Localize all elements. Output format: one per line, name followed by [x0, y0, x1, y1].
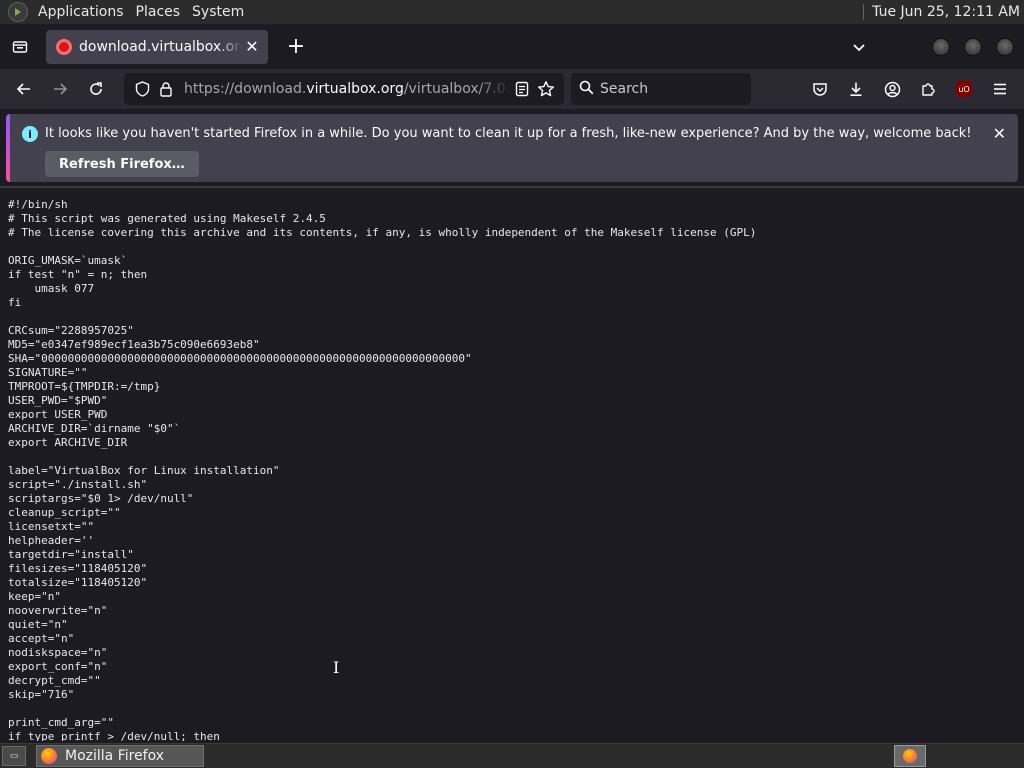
- app-menu-button[interactable]: [982, 73, 1018, 105]
- system-logo-icon[interactable]: [8, 2, 28, 22]
- minimize-button[interactable]: [932, 37, 950, 56]
- account-button[interactable]: [874, 73, 910, 105]
- ublock-button[interactable]: uO: [946, 73, 982, 105]
- account-icon: [884, 81, 900, 97]
- oracle-favicon-icon: [56, 38, 72, 55]
- hamburger-menu-icon: [994, 83, 1006, 95]
- search-placeholder: Search: [600, 81, 649, 97]
- url-domain: virtualbox.org: [306, 81, 404, 97]
- reload-icon: [90, 82, 102, 95]
- info-icon: i: [22, 126, 38, 142]
- navigation-bar: https://download.virtualbox.org/virtualb…: [0, 69, 1024, 109]
- back-arrow-icon: [16, 83, 30, 95]
- pocket-button[interactable]: [802, 73, 838, 105]
- url-bar[interactable]: https://download.virtualbox.org/virtualb…: [124, 73, 564, 105]
- close-window-button[interactable]: [996, 37, 1014, 56]
- extensions-button[interactable]: [910, 73, 946, 105]
- ublock-origin-icon: uO: [956, 81, 972, 97]
- refresh-firefox-button[interactable]: Refresh Firefox…: [45, 151, 199, 177]
- notification-message: It looks like you haven't started Firefo…: [45, 126, 972, 141]
- forward-button[interactable]: [42, 73, 78, 105]
- text-cursor-icon: I: [333, 658, 340, 677]
- refresh-firefox-notification: i It looks like you haven't started Fire…: [6, 114, 1018, 182]
- show-desktop-icon[interactable]: ▭: [2, 746, 26, 766]
- close-tab-icon[interactable]: ✕: [242, 37, 262, 56]
- firefox-icon: [41, 748, 57, 764]
- panel-separator: [863, 4, 865, 20]
- reload-button[interactable]: [78, 73, 114, 105]
- search-bar[interactable]: Search: [571, 73, 751, 105]
- forward-arrow-icon: [54, 83, 68, 95]
- firefox-view-icon[interactable]: [4, 31, 36, 63]
- back-button[interactable]: [6, 73, 42, 105]
- reader-view-icon[interactable]: [510, 81, 534, 97]
- workspace-switcher[interactable]: [894, 745, 926, 767]
- shield-icon[interactable]: [130, 81, 154, 97]
- maximize-button[interactable]: [964, 37, 982, 56]
- url-text[interactable]: https://download.virtualbox.org/virtualb…: [184, 81, 510, 97]
- bottom-taskbar: ▭ Mozilla Firefox: [0, 743, 1024, 768]
- puzzle-icon: [922, 83, 935, 96]
- script-source-text: #!/bin/sh # This script was generated us…: [8, 198, 757, 741]
- taskbar-firefox-window[interactable]: Mozilla Firefox: [36, 745, 204, 767]
- tab-virtualbox[interactable]: download.virtualbox.org/virtualbox/7.0.1…: [46, 29, 268, 64]
- download-icon: [850, 82, 862, 96]
- close-notification-icon[interactable]: ✕: [993, 124, 1006, 143]
- new-tab-button[interactable]: +: [280, 31, 312, 63]
- url-path: /virtualbox/7.0.18/: [403, 81, 510, 97]
- system-panel: Applications Places System Tue Jun 25, 1…: [0, 0, 1024, 24]
- lock-icon[interactable]: [154, 81, 178, 97]
- search-icon: [579, 80, 594, 99]
- workspace-firefox-icon: [903, 749, 917, 763]
- page-content[interactable]: #!/bin/sh # This script was generated us…: [0, 186, 1024, 741]
- tab-strip: download.virtualbox.org/virtualbox/7.0.1…: [0, 24, 1024, 69]
- downloads-button[interactable]: [838, 73, 874, 105]
- menu-applications[interactable]: Applications: [32, 0, 130, 24]
- chevron-down-icon[interactable]: [843, 31, 875, 63]
- menu-system[interactable]: System: [186, 0, 250, 24]
- bookmark-star-icon[interactable]: [534, 80, 558, 98]
- taskbar-window-label: Mozilla Firefox: [65, 748, 165, 764]
- menu-places[interactable]: Places: [130, 0, 187, 24]
- pocket-icon: [813, 83, 827, 96]
- tab-title: download.virtualbox.org/virtualbox/7.0.1…: [79, 38, 242, 55]
- url-prefix: https://download.: [184, 81, 307, 97]
- clock[interactable]: Tue Jun 25, 12:11 AM: [872, 4, 1024, 20]
